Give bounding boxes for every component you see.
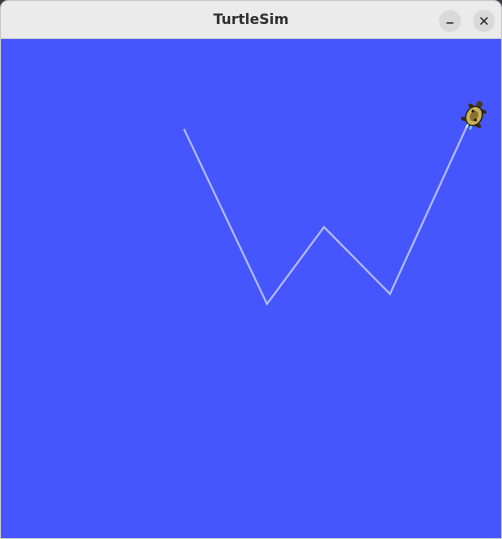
close-button[interactable] (473, 10, 495, 32)
turtle-canvas (1, 39, 501, 538)
canvas-drawing (183, 101, 487, 306)
close-icon (479, 16, 489, 26)
turtlesim-window: TurtleSim (0, 0, 502, 539)
title-bar[interactable]: TurtleSim (1, 1, 501, 39)
window-title: TurtleSim (213, 12, 289, 28)
turtle-icon (460, 101, 487, 130)
minimize-icon (446, 22, 454, 24)
pen-trail (183, 125, 468, 306)
minimize-button[interactable] (439, 10, 461, 32)
